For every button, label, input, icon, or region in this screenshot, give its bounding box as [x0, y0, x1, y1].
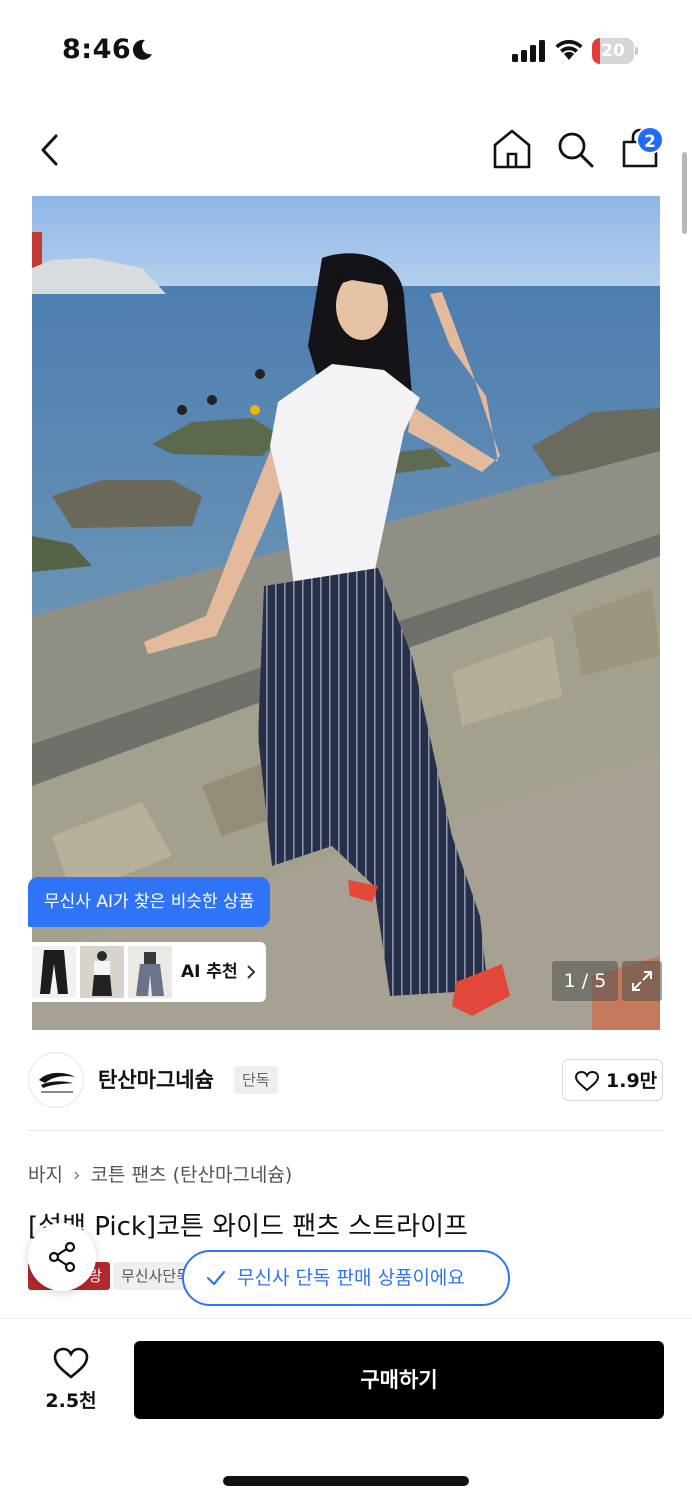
expand-icon — [632, 971, 652, 991]
clock-time: 8:46 — [62, 34, 132, 65]
page-scrollbar[interactable] — [682, 152, 687, 234]
status-bar: 8:46 20 — [0, 0, 692, 100]
wifi-icon — [555, 39, 583, 60]
exclusive-product-badge: 무신사단독 — [113, 1262, 193, 1290]
ai-recommend-label: AI 추천 — [181, 962, 238, 982]
ai-recommend-panel[interactable]: AI 추천 — [28, 942, 266, 1002]
back-arrow-icon[interactable] — [38, 132, 62, 168]
cart-count-badge: 2 — [636, 126, 664, 154]
breadcrumb-subcategory[interactable]: 코튼 팬츠 (탄산마그네슘) — [91, 1164, 293, 1186]
recommend-thumbnail[interactable] — [128, 946, 172, 998]
brand-name[interactable]: 탄산마그네슘 — [98, 1064, 214, 1094]
home-indicator[interactable] — [223, 1476, 469, 1486]
ai-similar-products-tag[interactable]: 무신사 AI가 찾은 비슷한 상품 — [28, 877, 271, 927]
exclusive-sale-toast: 무신사 단독 판매 상품이에요 — [182, 1250, 510, 1306]
battery-indicator: 20 — [592, 38, 638, 64]
heart-icon — [574, 1070, 600, 1092]
search-icon[interactable] — [556, 130, 596, 170]
breadcrumb-separator: › — [72, 1164, 81, 1186]
moon-icon — [132, 39, 152, 60]
cellular-signal-icon — [512, 40, 545, 62]
battery-level: 20 — [601, 41, 625, 61]
photo-counter: 1 / 5 — [552, 961, 618, 1001]
brand-like-button[interactable]: 1.9만 — [562, 1059, 663, 1101]
heart-icon — [53, 1347, 89, 1379]
bottom-bar-divider — [0, 1318, 692, 1319]
breadcrumb-category[interactable]: 바지 — [28, 1164, 63, 1186]
divider — [28, 1130, 664, 1131]
wishlist-count: 2.5천 — [45, 1390, 97, 1412]
home-icon[interactable] — [492, 128, 532, 170]
share-button[interactable] — [28, 1223, 96, 1291]
breadcrumb: 바지 › 코튼 팬츠 (탄산마그네슘) — [28, 1160, 292, 1187]
recommend-thumbnail[interactable] — [80, 946, 124, 998]
brand-like-count: 1.9만 — [606, 1070, 658, 1092]
toast-text: 무신사 단독 판매 상품이에요 — [237, 1267, 465, 1289]
product-title: [설백 Pick]코튼 와이드 팬츠 스트라이프 — [28, 1212, 468, 1242]
recommend-thumbnail[interactable] — [32, 946, 76, 998]
wishlist-button[interactable]: 2.5천 — [40, 1344, 102, 1416]
checkmark-icon — [206, 1270, 226, 1286]
buy-button[interactable]: 구매하기 — [134, 1341, 664, 1419]
chevron-right-icon — [247, 965, 256, 979]
brand-logo[interactable] — [28, 1052, 84, 1108]
exclusive-badge: 단독 — [234, 1066, 278, 1094]
expand-photo-button[interactable] — [622, 961, 662, 1001]
share-icon — [48, 1241, 76, 1273]
